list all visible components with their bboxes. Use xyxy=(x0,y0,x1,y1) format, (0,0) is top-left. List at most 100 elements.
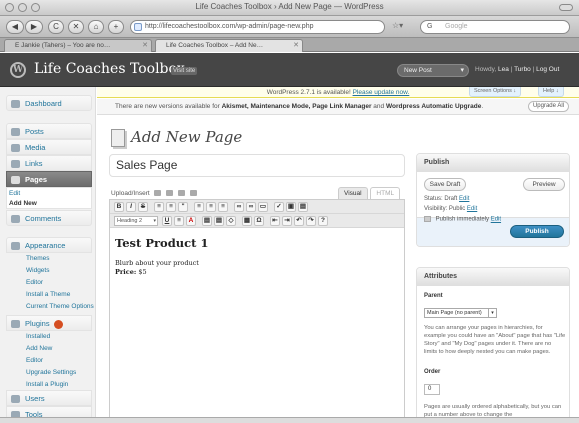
visit-site-button[interactable]: Visit site xyxy=(171,67,198,75)
bold-icon[interactable]: B xyxy=(114,202,124,212)
upload-insert-label: Upload/Insert xyxy=(111,190,150,197)
visual-tab[interactable]: Visual xyxy=(338,187,368,199)
strikethrough-icon[interactable]: S xyxy=(138,202,148,212)
submenu-edit[interactable]: Edit xyxy=(9,190,20,197)
link-icon xyxy=(11,160,20,168)
turbo-link[interactable]: Turbo xyxy=(514,66,531,73)
paste-text-icon[interactable]: ▤ xyxy=(202,216,212,226)
submenu-themes[interactable]: Themes xyxy=(26,255,49,262)
logout-link[interactable]: Log Out xyxy=(536,66,559,73)
toolbar-toggle-button[interactable] xyxy=(559,4,573,11)
align-left-icon[interactable]: ≡ xyxy=(194,202,204,212)
menu-comments[interactable]: Comments xyxy=(6,210,92,226)
upgrade-all-button[interactable]: Upgrade All xyxy=(527,101,569,112)
tab-life-coaches[interactable]: Life Coaches Toolbox – Add Ne… ✕ xyxy=(155,39,303,52)
reload-button[interactable]: C xyxy=(48,20,64,34)
blockquote-icon[interactable]: " xyxy=(178,202,188,212)
title-input[interactable]: Sales Page xyxy=(116,158,177,172)
menu-media[interactable]: Media xyxy=(6,139,92,155)
site-favicon-icon xyxy=(134,23,142,31)
menu-users[interactable]: Users xyxy=(6,390,92,406)
submenu-upgrade-settings[interactable]: Upgrade Settings xyxy=(26,369,76,376)
screen-options-button[interactable]: Screen Options ↓ xyxy=(469,87,522,97)
outdent-icon[interactable]: ⇤ xyxy=(270,216,280,226)
forward-button[interactable]: ▶ xyxy=(25,20,43,34)
schedule-edit-link[interactable]: Edit xyxy=(491,217,501,223)
tab-label: Life Coaches Toolbox – Add Ne… xyxy=(166,42,264,49)
add-video-icon[interactable] xyxy=(166,190,174,197)
menu-plugins[interactable]: Plugins xyxy=(6,315,92,331)
publish-button[interactable]: Publish xyxy=(510,225,564,238)
attributes-box-title[interactable]: Attributes xyxy=(417,268,569,286)
editor-toolbar-row-1: B I S ≡ ≡ " ≡ ≡ ≡ ∞ ∞ ▭ ✓ ▣ ▤ xyxy=(110,200,404,214)
content-editor[interactable]: B I S ≡ ≡ " ≡ ≡ ≡ ∞ ∞ ▭ ✓ ▣ ▤ Heading 2 … xyxy=(109,199,405,423)
spellcheck-icon[interactable]: ✓ xyxy=(274,202,284,212)
close-tab-icon[interactable]: ✕ xyxy=(142,40,148,52)
menu-appearance[interactable]: Appearance xyxy=(6,237,92,253)
paste-word-icon[interactable]: ▤ xyxy=(214,216,224,226)
submenu-widgets[interactable]: Widgets xyxy=(26,267,49,274)
menu-posts[interactable]: Posts xyxy=(6,123,92,139)
more-tag-icon[interactable]: ▭ xyxy=(258,202,268,212)
update-now-link[interactable]: Please update now. xyxy=(353,89,410,96)
user-link[interactable]: Lea xyxy=(498,66,509,73)
text-color-icon[interactable]: A xyxy=(186,216,196,226)
back-button[interactable]: ◀ xyxy=(6,20,24,34)
add-media-icon[interactable] xyxy=(189,190,197,197)
underline-icon[interactable]: U xyxy=(162,216,172,226)
special-char-icon[interactable]: Ω xyxy=(254,216,264,226)
numbered-list-icon[interactable]: ≡ xyxy=(166,202,176,212)
submenu-install-plugin[interactable]: Install a Plugin xyxy=(26,381,68,388)
title-field[interactable]: Sales Page xyxy=(109,154,405,177)
submenu-installed[interactable]: Installed xyxy=(26,333,50,340)
indent-icon[interactable]: ⇥ xyxy=(282,216,292,226)
menu-pages[interactable]: Pages xyxy=(6,171,92,187)
undo-icon[interactable]: ↶ xyxy=(294,216,304,226)
order-input[interactable]: 0 xyxy=(424,384,440,395)
tab-jankie[interactable]: E Jankie (Tahers) – Yoo are no… ✕ xyxy=(4,39,152,52)
search-input[interactable]: G Google xyxy=(420,20,570,34)
submenu-current-theme-options[interactable]: Current Theme Options xyxy=(26,303,94,310)
format-select[interactable]: Heading 2 ▾ xyxy=(114,216,158,226)
submenu-plugin-editor[interactable]: Editor xyxy=(26,357,43,364)
media-icon[interactable]: ▦ xyxy=(242,216,252,226)
parent-select[interactable]: Main Page (no parent) ▾ xyxy=(424,308,497,318)
remove-format-icon[interactable]: ◇ xyxy=(226,216,236,226)
add-audio-icon[interactable] xyxy=(178,190,186,197)
url-text: http://lifecoachestoolbox.com/wp-admin/p… xyxy=(145,23,314,30)
kitchen-sink-icon[interactable]: ▤ xyxy=(298,202,308,212)
publish-box-title[interactable]: Publish xyxy=(417,154,569,172)
new-post-dropdown[interactable]: New Post ▾ xyxy=(397,64,469,77)
site-title[interactable]: Life Coaches Toolbox xyxy=(34,61,185,77)
bookmark-add-button[interactable]: + xyxy=(108,20,124,34)
menu-dashboard[interactable]: Dashboard xyxy=(6,95,92,111)
submenu-add-new[interactable]: Add New xyxy=(9,200,37,207)
visibility-edit-link[interactable]: Edit xyxy=(467,206,477,212)
menu-links[interactable]: Links xyxy=(6,155,92,171)
help-button[interactable]: Help ↓ xyxy=(538,87,564,97)
align-right-icon[interactable]: ≡ xyxy=(218,202,228,212)
italic-icon[interactable]: I xyxy=(126,202,136,212)
bookmark-star-icon[interactable]: ☆▾ xyxy=(392,21,403,30)
align-center-icon[interactable]: ≡ xyxy=(206,202,216,212)
status-edit-link[interactable]: Edit xyxy=(459,196,469,202)
submenu-editor[interactable]: Editor xyxy=(26,279,43,286)
html-tab[interactable]: HTML xyxy=(370,187,401,199)
preview-button[interactable]: Preview xyxy=(523,178,565,191)
url-bar[interactable]: http://lifecoachestoolbox.com/wp-admin/p… xyxy=(130,20,385,34)
save-draft-button[interactable]: Save Draft xyxy=(424,178,466,191)
help-icon[interactable]: ? xyxy=(318,216,328,226)
editor-content[interactable]: Test Product 1 Blurb about your product … xyxy=(115,236,399,277)
unlink-icon[interactable]: ∞ xyxy=(246,202,256,212)
stop-button[interactable]: ✕ xyxy=(68,20,84,34)
submenu-add-new-plugin[interactable]: Add New xyxy=(26,345,52,352)
redo-icon[interactable]: ↷ xyxy=(306,216,316,226)
fullscreen-icon[interactable]: ▣ xyxy=(286,202,296,212)
justify-icon[interactable]: ≡ xyxy=(174,216,184,226)
close-tab-icon[interactable]: ✕ xyxy=(293,40,299,52)
submenu-install-theme[interactable]: Install a Theme xyxy=(26,291,70,298)
bullet-list-icon[interactable]: ≡ xyxy=(154,202,164,212)
home-button[interactable]: ⌂ xyxy=(88,20,104,34)
add-image-icon[interactable] xyxy=(154,190,162,197)
link-icon[interactable]: ∞ xyxy=(234,202,244,212)
